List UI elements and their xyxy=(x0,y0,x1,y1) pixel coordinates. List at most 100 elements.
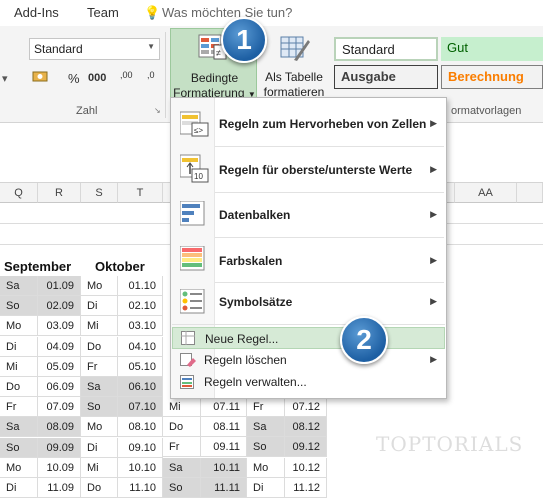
table-cell[interactable]: 10.12 xyxy=(285,457,327,478)
style-standard[interactable]: Standard xyxy=(334,37,438,61)
menu-item-highlight-rules[interactable]: ≤> Regeln zum Hervorheben von Zellen ▶ xyxy=(172,103,445,145)
table-cell[interactable]: Mo xyxy=(81,276,118,296)
table-cell[interactable]: 09.11 xyxy=(201,437,247,458)
menu-label-clearrules: Regeln löschen xyxy=(204,353,287,367)
table-cell[interactable]: Fr xyxy=(0,397,38,418)
format-as-table-button[interactable]: Als Tabelle formatieren ▼ xyxy=(259,28,329,112)
table-cell[interactable]: Sa xyxy=(247,417,285,438)
table-cell[interactable]: Di xyxy=(0,336,38,357)
table-cell[interactable]: 11.11 xyxy=(201,477,247,498)
column-header-aa[interactable]: AA xyxy=(455,183,517,203)
menu-item-new-rule[interactable]: Neue Regel... xyxy=(172,327,445,349)
table-cell[interactable]: 04.10 xyxy=(118,336,163,357)
table-cell[interactable]: 01.10 xyxy=(118,276,163,296)
table-cell[interactable]: 10.09 xyxy=(38,457,81,478)
watermark: TOPTORIALS xyxy=(376,432,524,456)
table-cell[interactable]: 11.12 xyxy=(285,477,327,498)
table-cell[interactable]: 08.09 xyxy=(38,417,81,438)
table-cell[interactable]: 11.10 xyxy=(118,478,163,498)
table-cell[interactable]: Sa xyxy=(0,417,38,438)
style-ausgabe[interactable]: Ausgabe xyxy=(334,65,438,89)
menu-item-icon-sets[interactable]: Symbolsätze ▶ xyxy=(172,284,445,322)
table-cell[interactable]: So xyxy=(81,397,118,418)
table-cell[interactable]: 02.09 xyxy=(38,296,81,317)
column-header-r[interactable]: R xyxy=(38,183,81,203)
style-berechnung[interactable]: Berechnung xyxy=(441,65,543,89)
table-cell[interactable]: 11.09 xyxy=(38,478,81,498)
table-cell[interactable]: Di xyxy=(81,296,118,317)
table-cell[interactable]: 08.12 xyxy=(285,417,327,438)
tab-addins[interactable]: Add-Ins xyxy=(14,5,59,20)
table-cell[interactable]: Di xyxy=(0,478,38,498)
column-header-t[interactable]: T xyxy=(118,183,163,203)
table-cell[interactable]: Do xyxy=(81,336,118,357)
table-cell[interactable]: 03.09 xyxy=(38,316,81,337)
table-cell[interactable]: 04.09 xyxy=(38,336,81,357)
menu-item-manage-rules[interactable]: Regeln verwalten... xyxy=(172,371,445,393)
table-cell[interactable]: Mo xyxy=(0,316,38,337)
increase-decimal-button[interactable]: ,00 xyxy=(120,70,133,80)
table-cell[interactable]: 07.10 xyxy=(118,397,163,418)
table-cell[interactable]: So xyxy=(247,437,285,458)
table-cell[interactable]: Sa xyxy=(163,457,201,478)
table-cell[interactable]: So xyxy=(163,477,201,498)
table-cell[interactable]: 06.10 xyxy=(118,377,163,397)
table-cell[interactable]: 03.10 xyxy=(118,316,163,337)
table-cell[interactable]: Mo xyxy=(81,417,118,438)
table-cell[interactable]: 09.09 xyxy=(38,437,81,458)
table-cell[interactable]: Sa xyxy=(81,377,118,397)
table-cell[interactable]: 06.09 xyxy=(38,377,81,397)
thousands-button[interactable]: 000 xyxy=(88,72,106,84)
tell-me-search[interactable]: Was möchten Sie tun? xyxy=(162,5,292,20)
currency-icon[interactable] xyxy=(31,68,51,88)
decrease-decimal-button[interactable]: ,0 xyxy=(147,70,155,80)
column-header-s[interactable]: S xyxy=(81,183,118,203)
menu-item-data-bars[interactable]: Datenbalken ▶ xyxy=(172,194,445,236)
table-cell[interactable]: 01.09 xyxy=(38,276,81,296)
column-header-q[interactable]: Q xyxy=(0,183,38,203)
table-cell[interactable]: Mi xyxy=(81,316,118,337)
svg-text:10: 10 xyxy=(194,172,203,181)
style-gut[interactable]: Gut xyxy=(441,37,543,61)
table-cell[interactable]: 05.09 xyxy=(38,356,81,377)
number-format-dropdown[interactable]: Standard ▼ xyxy=(29,38,160,60)
table-cell[interactable]: Do xyxy=(0,377,38,397)
table-cell[interactable]: 02.10 xyxy=(118,296,163,317)
menu-item-color-scales[interactable]: Farbskalen ▶ xyxy=(172,239,445,281)
table-cell[interactable]: 09.10 xyxy=(118,437,163,458)
table-cell[interactable]: Fr xyxy=(163,437,201,458)
table-cell[interactable]: Do xyxy=(81,478,118,498)
table-cell[interactable]: Fr xyxy=(81,356,118,377)
table-cell[interactable]: 09.12 xyxy=(285,437,327,458)
table-cell[interactable]: 07.12 xyxy=(285,397,327,417)
table-cell[interactable]: 05.10 xyxy=(118,356,163,377)
cf-label-line1: Bedingte xyxy=(190,71,239,85)
table-cell[interactable]: 10.10 xyxy=(118,457,163,478)
table-cell[interactable]: 10.11 xyxy=(201,457,247,478)
menu-item-topbottom-rules[interactable]: 10 Regeln für oberste/unterste Werte ▶ xyxy=(172,148,445,190)
table-cell[interactable]: So xyxy=(0,437,38,458)
table-cell[interactable]: 07.11 xyxy=(201,397,247,417)
table-cell[interactable]: Di xyxy=(247,477,285,498)
table-cell[interactable]: 07.09 xyxy=(38,397,81,418)
table-cell[interactable]: Mi xyxy=(81,457,118,478)
manage-rules-icon xyxy=(180,375,194,392)
tab-team[interactable]: Team xyxy=(87,5,119,20)
color-scales-icon xyxy=(179,245,206,275)
table-cell[interactable]: Mi xyxy=(163,397,201,417)
menu-label-highlight: Regeln zum Hervorheben von Zellen xyxy=(219,117,427,131)
chevron-right-icon: ▶ xyxy=(430,164,437,174)
table-cell[interactable]: Di xyxy=(81,437,118,458)
table-cell[interactable]: Mi xyxy=(0,356,38,377)
table-cell[interactable]: Mo xyxy=(0,457,38,478)
table-cell[interactable]: Do xyxy=(163,417,201,438)
table-cell[interactable]: Mo xyxy=(247,457,285,478)
table-cell[interactable]: Fr xyxy=(247,397,285,417)
table-cell[interactable]: Sa xyxy=(0,276,38,296)
table-cell[interactable]: 08.11 xyxy=(201,417,247,438)
menu-item-clear-rules[interactable]: Regeln löschen ▶ xyxy=(172,349,445,371)
dialog-launcher-icon[interactable]: ↘ xyxy=(154,106,161,115)
percent-button[interactable]: % xyxy=(68,71,80,86)
table-cell[interactable]: So xyxy=(0,296,38,317)
table-cell[interactable]: 08.10 xyxy=(118,417,163,438)
